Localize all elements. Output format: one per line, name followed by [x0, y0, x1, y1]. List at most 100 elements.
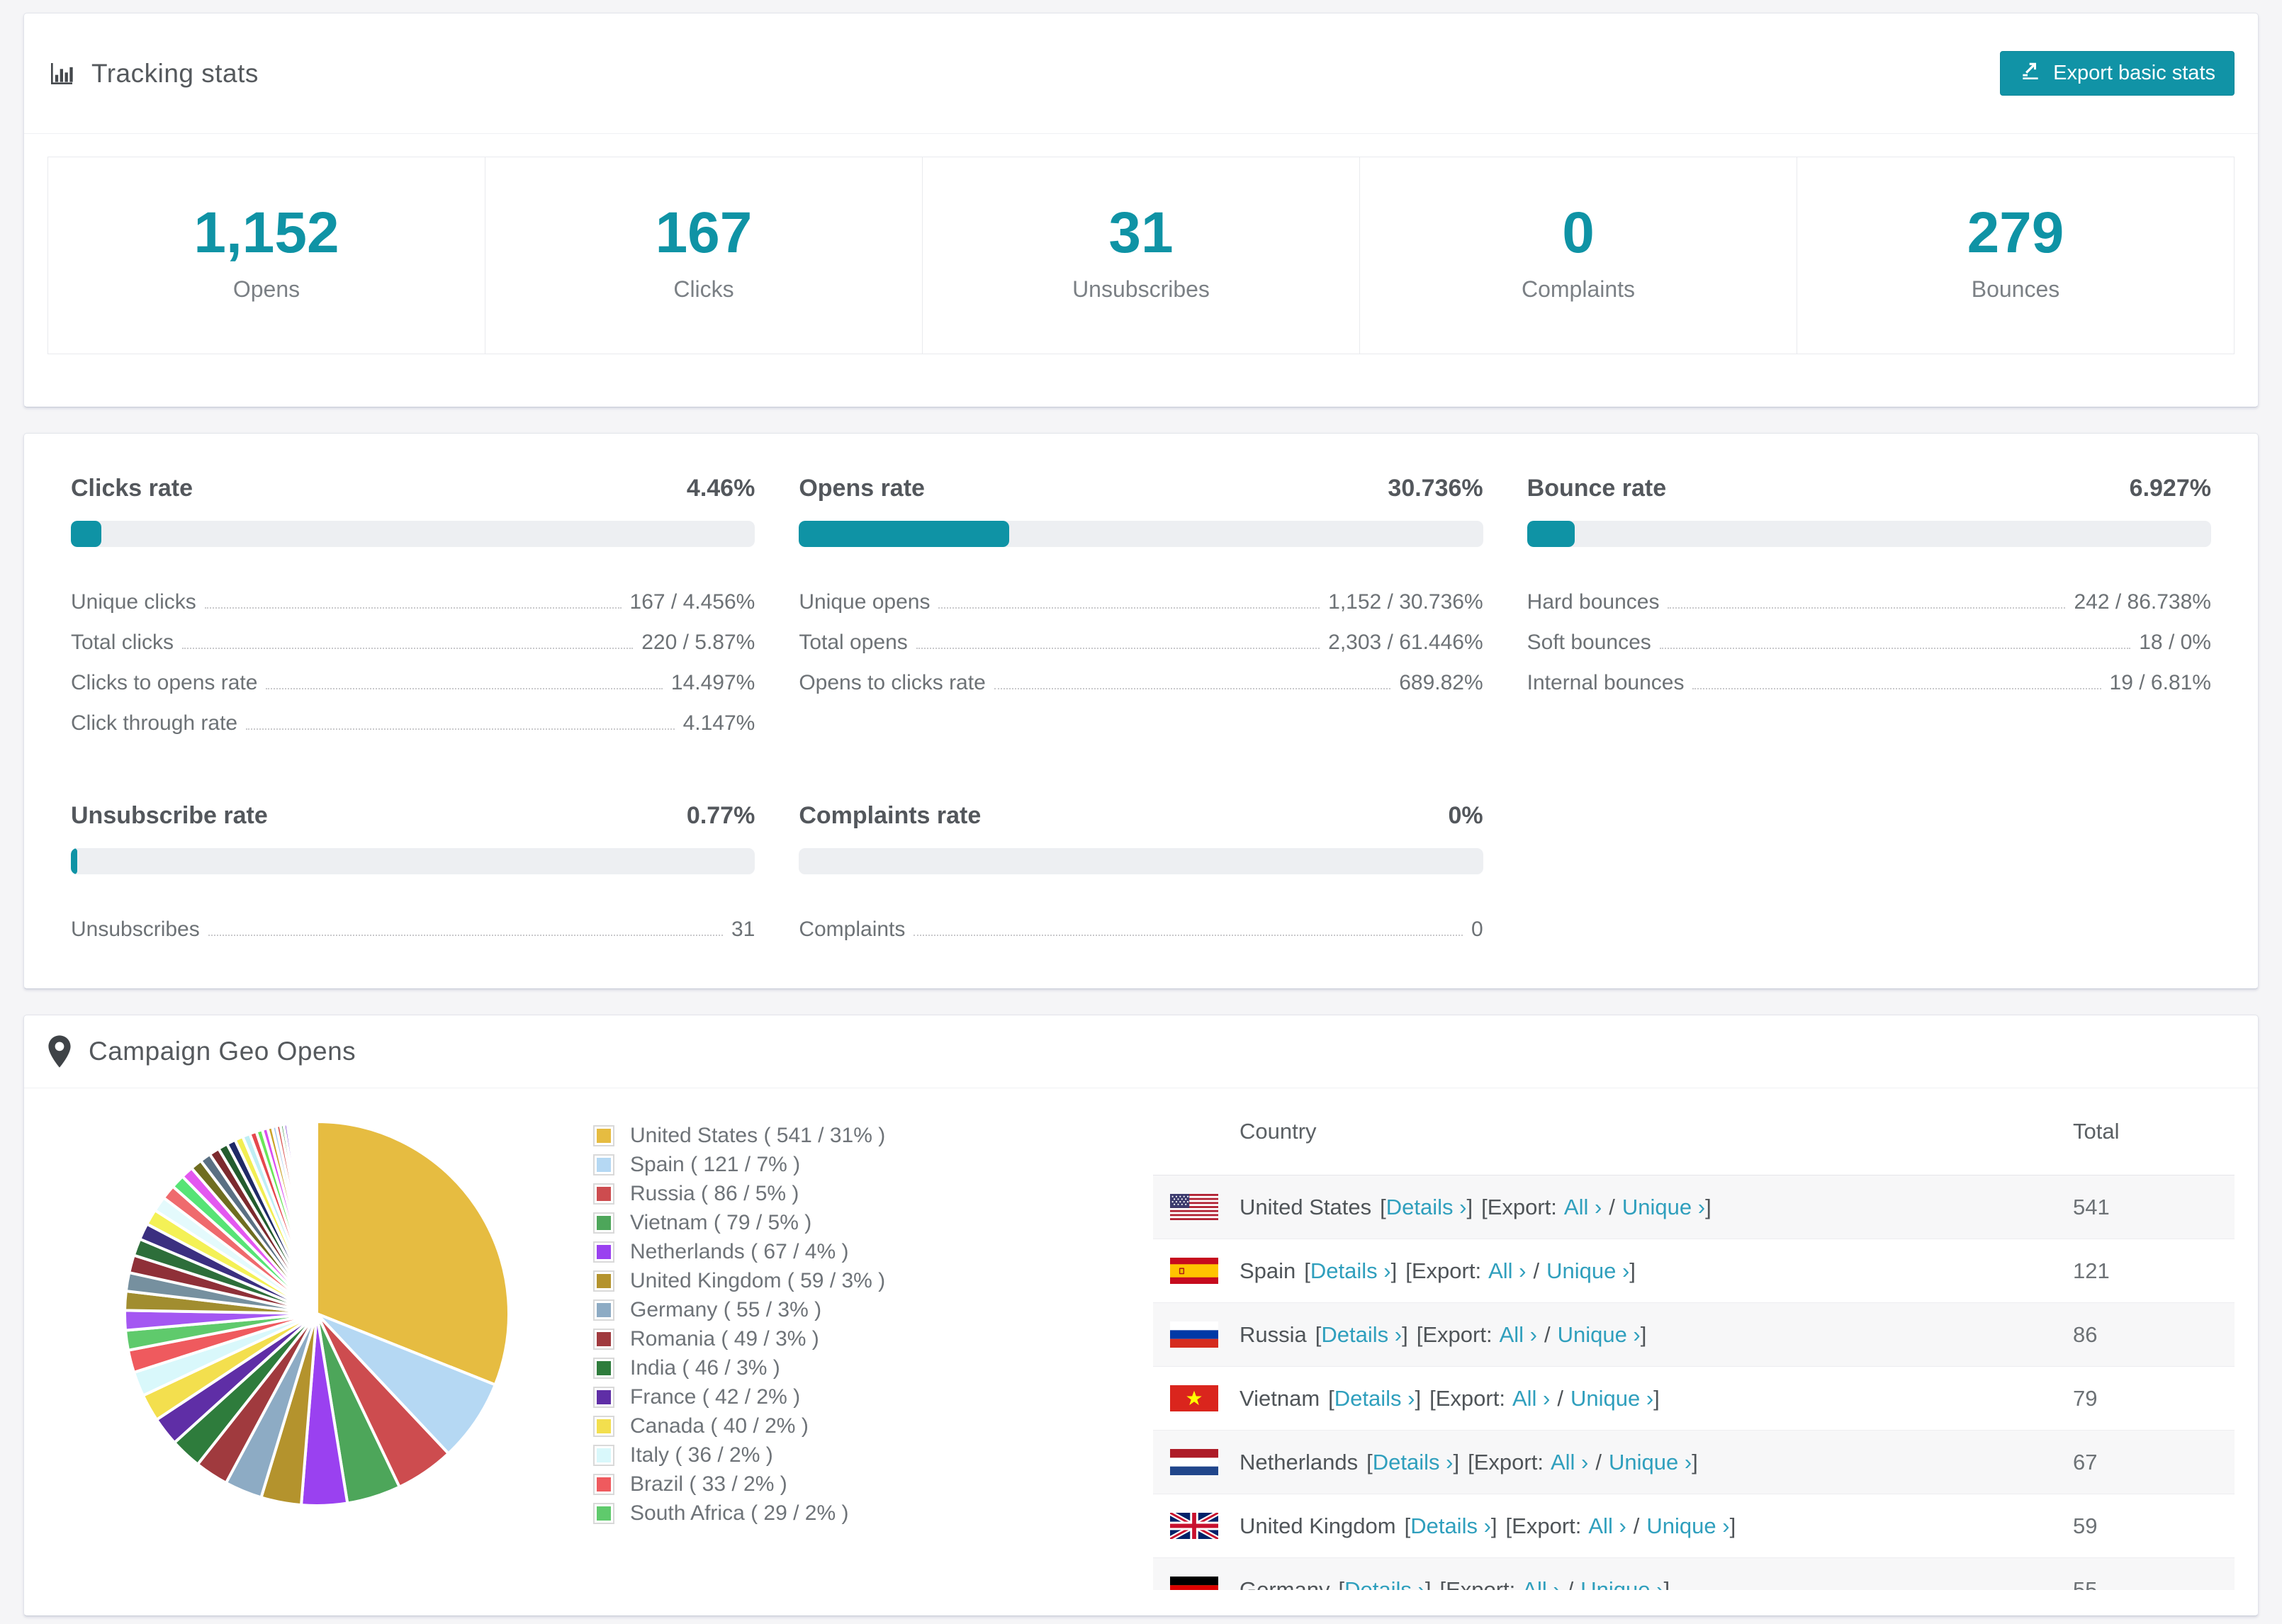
export-all-link[interactable]: All › [1564, 1195, 1602, 1219]
table-header-row: Country Total [1153, 1088, 2235, 1175]
legend-item-spain[interactable]: Spain ( 121 / 7% ) [593, 1150, 948, 1179]
legend-item-united-states[interactable]: United States ( 541 / 31% ) [593, 1121, 948, 1150]
legend-item-vietnam[interactable]: Vietnam ( 79 / 5% ) [593, 1208, 948, 1237]
export-unique-link[interactable]: Unique › [1622, 1195, 1705, 1219]
legend-item-canada[interactable]: Canada ( 40 / 2% ) [593, 1411, 948, 1440]
legend-swatch [593, 1241, 614, 1263]
legend-item-brazil[interactable]: Brazil ( 33 / 2% ) [593, 1470, 948, 1499]
export-unique-link[interactable]: Unique › [1580, 1577, 1663, 1591]
stat-row: Complaints 0 [799, 918, 1483, 941]
export-all-link[interactable]: All › [1522, 1577, 1560, 1591]
export-unique-link[interactable]: Unique › [1570, 1386, 1653, 1411]
opens-rate-progress [799, 521, 1483, 547]
legend-item-netherlands[interactable]: Netherlands ( 67 / 4% ) [593, 1237, 948, 1266]
netherlands-flag-icon [1170, 1449, 1218, 1475]
rate-percent: 30.736% [1388, 475, 1483, 502]
country-name: Spain [1240, 1258, 1296, 1283]
legend-swatch [593, 1299, 614, 1321]
stat-row: Opens to clicks rate 689.82% [799, 671, 1483, 694]
uk-flag-icon [1170, 1513, 1218, 1539]
spain-flag-icon [1170, 1258, 1218, 1284]
rate-section-bounces: Bounce rate 6.927% Hard bounces 242 / 86.… [1527, 475, 2211, 737]
legend-item-india[interactable]: India ( 46 / 3% ) [593, 1353, 948, 1382]
stat-clicks: 167 Clicks [485, 157, 922, 354]
usa-flag-icon [1170, 1194, 1218, 1220]
stat-value: 0 [1562, 201, 1595, 265]
details-link[interactable]: Details › [1386, 1195, 1467, 1219]
germany-flag-icon [1170, 1577, 1218, 1590]
rate-percent: 4.46% [686, 475, 755, 502]
export-unique-link[interactable]: Unique › [1646, 1513, 1729, 1538]
tracking-stats-header: Tracking stats Export basic stats [24, 13, 2258, 134]
stat-row: Soft bounces 18 / 0% [1527, 631, 2211, 654]
export-unique-link[interactable]: Unique › [1558, 1322, 1641, 1347]
details-link[interactable]: Details › [1310, 1258, 1391, 1283]
details-link[interactable]: Details › [1334, 1386, 1415, 1411]
total-value: 55 [2073, 1577, 2098, 1591]
stat-row: Total opens 2,303 / 61.446% [799, 631, 1483, 654]
stat-bounces: 279 Bounces [1797, 157, 2234, 354]
map-pin-icon [47, 1035, 72, 1068]
export-unique-link[interactable]: Unique › [1546, 1258, 1629, 1283]
legend-item-italy[interactable]: Italy ( 36 / 2% ) [593, 1440, 948, 1470]
export-all-link[interactable]: All › [1500, 1322, 1537, 1347]
page-title: Tracking stats [91, 58, 259, 88]
details-link[interactable]: Details › [1373, 1450, 1454, 1474]
legend-swatch [593, 1328, 614, 1350]
legend-swatch [593, 1386, 614, 1408]
stat-row: Unsubscribes 31 [71, 918, 755, 941]
legend-swatch [593, 1212, 614, 1234]
country-name: Vietnam [1240, 1385, 1320, 1411]
total-value: 67 [2073, 1449, 2098, 1474]
export-all-link[interactable]: All › [1588, 1513, 1626, 1538]
legend-item-united-kingdom[interactable]: United Kingdom ( 59 / 3% ) [593, 1266, 948, 1295]
geo-opens-pie-chart [118, 1115, 515, 1512]
legend-swatch [593, 1502, 614, 1524]
legend-item-south-africa[interactable]: South Africa ( 29 / 2% ) [593, 1499, 948, 1528]
unsubscribe-rate-progress [71, 848, 755, 874]
legend-item-france[interactable]: France ( 42 / 2% ) [593, 1382, 948, 1411]
rate-title: Bounce rate [1527, 475, 1667, 502]
country-name: United States [1240, 1194, 1372, 1219]
legend-item-germany[interactable]: Germany ( 55 / 3% ) [593, 1295, 948, 1324]
bounce-rate-progress [1527, 521, 2211, 547]
details-link[interactable]: Details › [1344, 1577, 1425, 1591]
stat-row: Clicks to opens rate 14.497% [71, 671, 755, 694]
stat-row: Internal bounces 19 / 6.81% [1527, 671, 2211, 694]
russia-flag-icon [1170, 1321, 1218, 1348]
export-icon [2019, 60, 2042, 88]
stats-summary: 1,152 Opens 167 Clicks 31 Unsubscribes 0… [47, 157, 2235, 354]
export-all-link[interactable]: All › [1512, 1386, 1550, 1411]
details-link[interactable]: Details › [1321, 1322, 1402, 1347]
table-row-germany: Germany [Details ›] [Export: All › / Unique ›… [1153, 1558, 2235, 1590]
rates-card: Clicks rate 4.46% Unique clicks 167 / 4.4… [23, 433, 2259, 989]
legend-item-russia[interactable]: Russia ( 86 / 5% ) [593, 1179, 948, 1208]
legend-item-romania[interactable]: Romania ( 49 / 3% ) [593, 1324, 948, 1353]
export-all-link[interactable]: All › [1551, 1450, 1588, 1474]
legend-swatch [593, 1473, 614, 1495]
rate-percent: 0.77% [686, 802, 755, 829]
geo-opens-card: Campaign Geo Opens United States ( 541 /… [23, 1015, 2259, 1616]
rate-title: Complaints rate [799, 802, 982, 829]
stat-row: Unique clicks 167 / 4.456% [71, 590, 755, 614]
legend-swatch [593, 1124, 614, 1146]
export-all-link[interactable]: All › [1488, 1258, 1526, 1283]
geo-opens-table: Country Total United States [Details ›] [E… [1153, 1088, 2235, 1590]
country-name: Germany [1240, 1577, 1330, 1591]
table-row-united-kingdom: United Kingdom [Details ›] [Export: All › / U… [1153, 1494, 2235, 1558]
rate-title: Clicks rate [71, 475, 193, 502]
details-link[interactable]: Details › [1410, 1513, 1491, 1538]
stat-label: Opens [232, 276, 300, 302]
clicks-rate-progress [71, 521, 755, 547]
export-unique-link[interactable]: Unique › [1609, 1450, 1692, 1474]
page: Tracking stats Export basic stats 1,152 … [0, 0, 2282, 1616]
export-basic-stats-button[interactable]: Export basic stats [2000, 51, 2235, 96]
geo-opens-header: Campaign Geo Opens [24, 1015, 2258, 1088]
stat-row: Unique opens 1,152 / 30.736% [799, 590, 1483, 614]
legend-swatch [593, 1444, 614, 1466]
tracking-stats-card: Tracking stats Export basic stats 1,152 … [23, 13, 2259, 407]
legend-swatch [593, 1154, 614, 1175]
stat-label: Unsubscribes [1072, 276, 1210, 302]
stat-row: Hard bounces 242 / 86.738% [1527, 590, 2211, 614]
legend-swatch [593, 1270, 614, 1292]
